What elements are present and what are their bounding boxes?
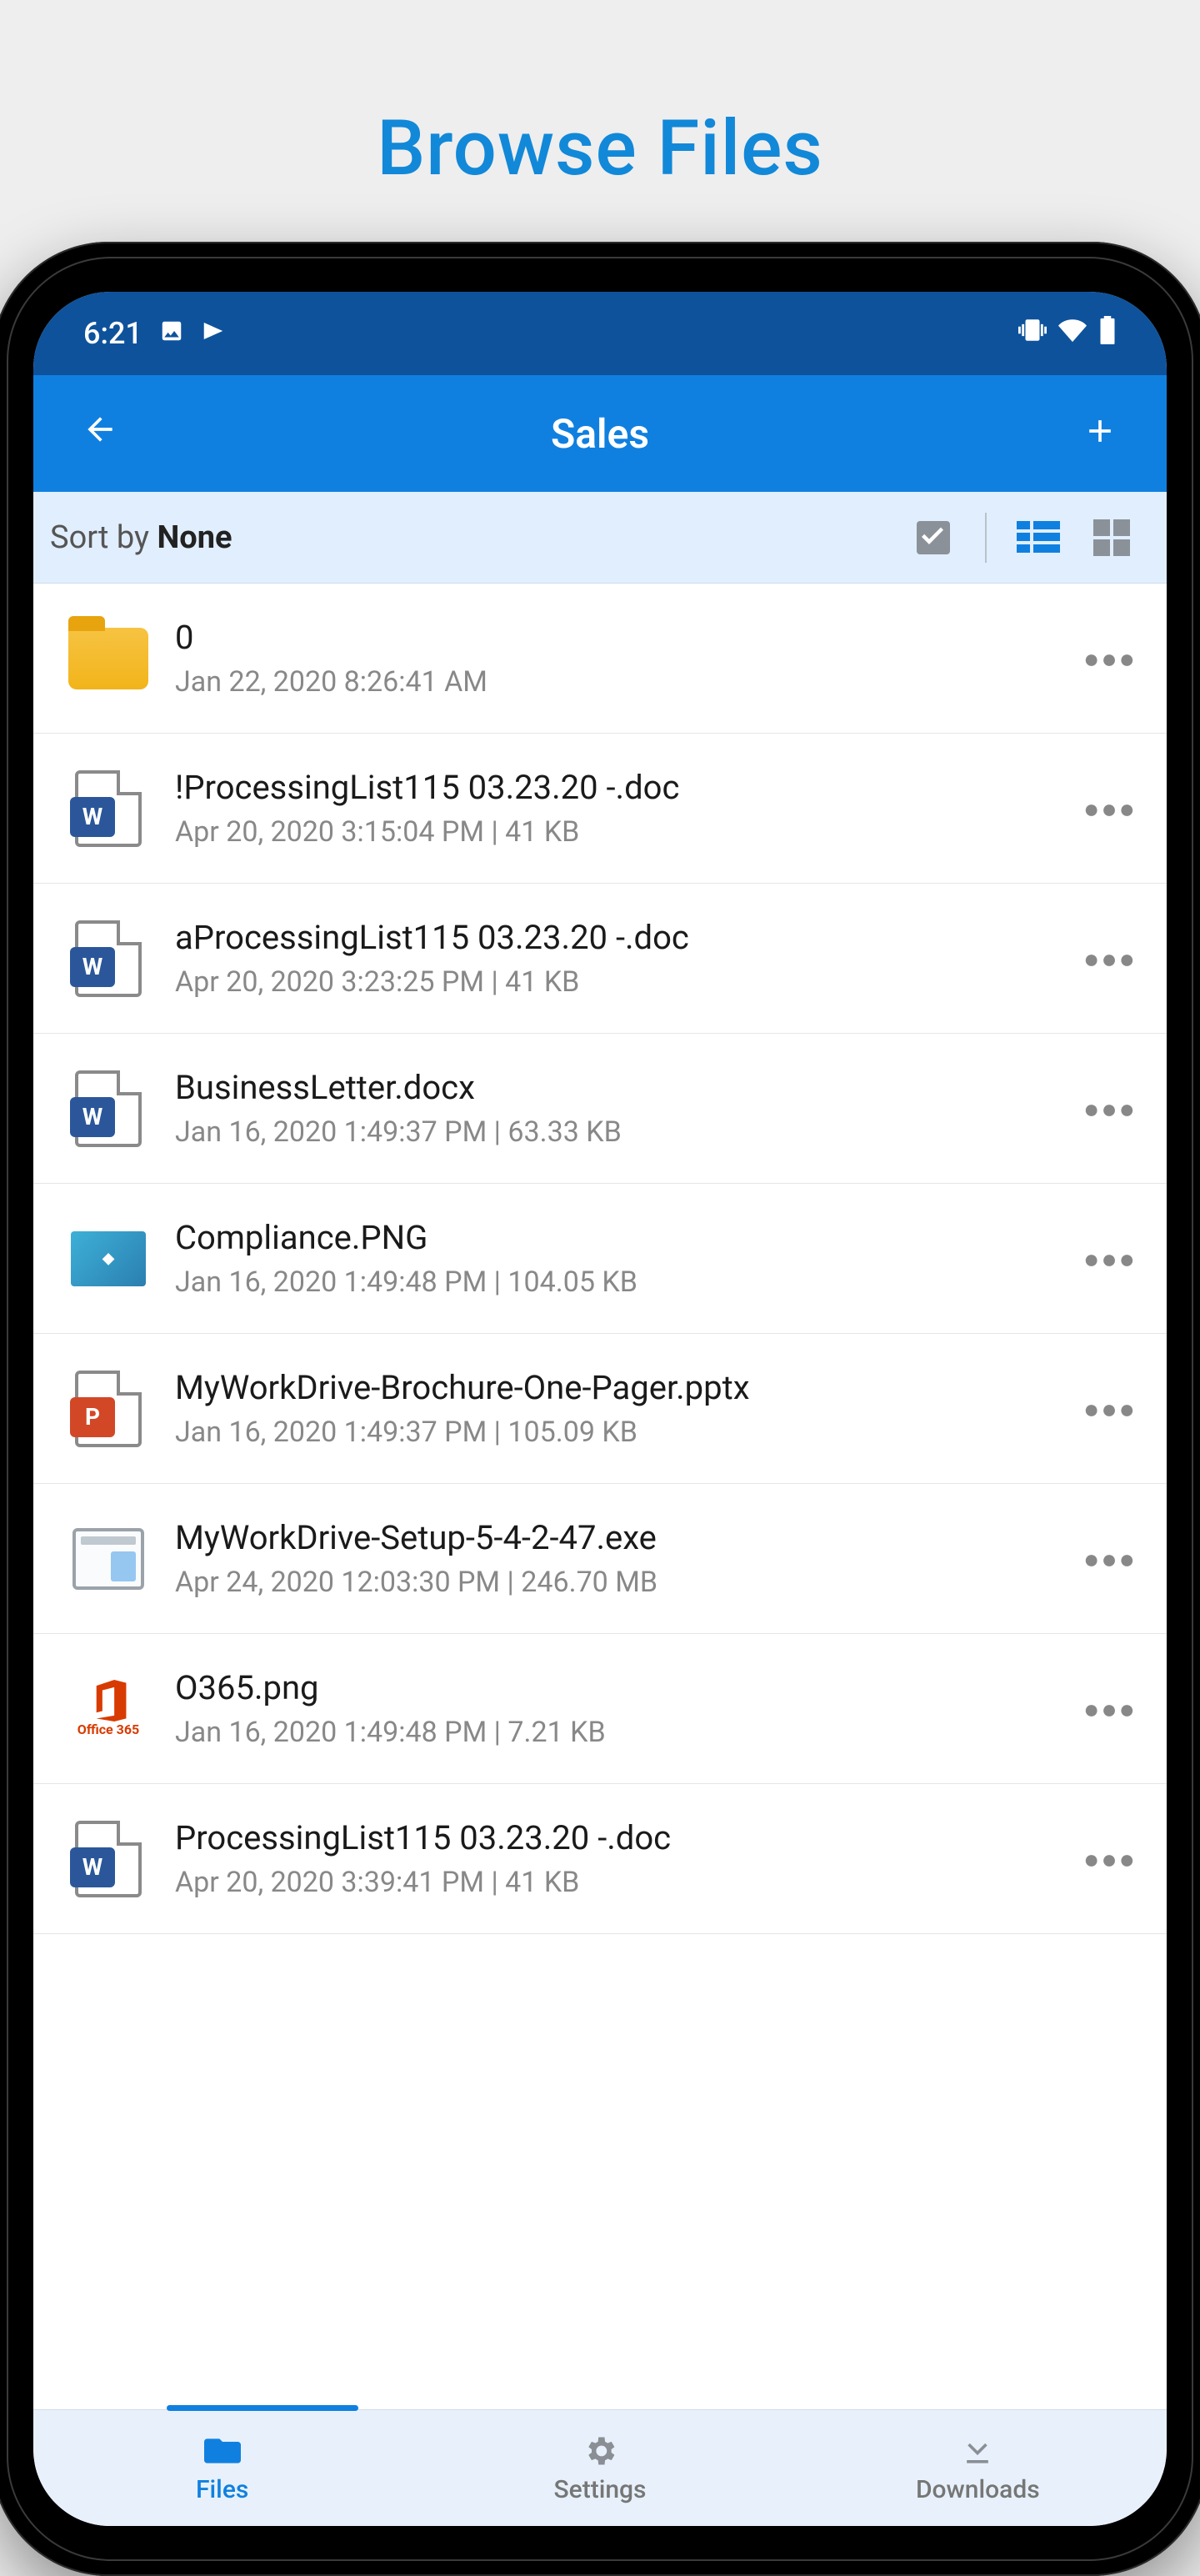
nav-label: Settings <box>553 2475 646 2504</box>
list-item[interactable]: W !ProcessingList115 03.23.20 -.doc Apr … <box>33 734 1167 884</box>
file-meta: Apr 24, 2020 12:03:30 PM | 246.70 MB <box>175 1566 1083 1599</box>
more-options-button[interactable]: ●●● <box>1083 1693 1133 1725</box>
nav-label: Files <box>196 2475 248 2504</box>
file-name: O365.png <box>175 1668 1083 1707</box>
file-name: ProcessingList115 03.23.20 -.doc <box>175 1818 1083 1857</box>
sort-by-button[interactable]: Sort by None <box>50 519 232 556</box>
list-item[interactable]: W BusinessLetter.docx Jan 16, 2020 1:49:… <box>33 1034 1167 1184</box>
list-item[interactable]: MyWorkDrive-Setup-5-4-2-47.exe Apr 24, 2… <box>33 1484 1167 1634</box>
more-options-button[interactable]: ●●● <box>1083 643 1133 674</box>
download-icon <box>958 2432 997 2470</box>
sort-value: None <box>157 519 232 556</box>
folder-icon <box>203 2432 242 2470</box>
file-name: 0 <box>175 618 1083 657</box>
gear-icon <box>581 2432 619 2470</box>
status-vibrate-icon <box>1018 316 1047 352</box>
file-meta: Jan 16, 2020 1:49:48 PM | 7.21 KB <box>175 1716 1083 1749</box>
bottom-nav: Files Settings Downloads <box>33 2409 1167 2526</box>
status-wifi-icon <box>1058 316 1087 352</box>
list-item[interactable]: W ProcessingList115 03.23.20 -.doc Apr 2… <box>33 1784 1167 1934</box>
list-item[interactable]: P MyWorkDrive-Brochure-One-Pager.pptx Ja… <box>33 1334 1167 1484</box>
add-button[interactable] <box>1075 406 1125 461</box>
list-item[interactable]: 0 Jan 22, 2020 8:26:41 AM ●●● <box>33 584 1167 734</box>
more-options-button[interactable]: ●●● <box>1083 1543 1133 1575</box>
file-meta: Jan 16, 2020 1:49:37 PM | 105.09 KB <box>175 1416 1083 1449</box>
app-screen: 6:21 <box>33 292 1167 2526</box>
status-play-icon <box>201 316 226 351</box>
status-battery-icon <box>1098 316 1117 352</box>
page-title: Sales <box>551 410 649 458</box>
nav-downloads[interactable]: Downloads <box>789 2410 1167 2526</box>
file-meta: Jan 16, 2020 1:49:37 PM | 63.33 KB <box>175 1115 1083 1149</box>
list-item[interactable]: ◆ Compliance.PNG Jan 16, 2020 1:49:48 PM… <box>33 1184 1167 1334</box>
toolbar-divider <box>985 513 987 563</box>
file-meta: Apr 20, 2020 3:15:04 PM | 41 KB <box>175 815 1083 849</box>
image-thumbnail-icon: ◆ <box>67 1217 150 1301</box>
file-name: Compliance.PNG <box>175 1218 1083 1257</box>
powerpoint-icon: P <box>67 1367 150 1451</box>
select-mode-toggle[interactable] <box>912 516 955 559</box>
status-time: 6:21 <box>83 316 142 351</box>
more-options-button[interactable]: ●●● <box>1083 1243 1133 1275</box>
word-doc-icon: W <box>67 917 150 1000</box>
exe-icon <box>67 1517 150 1601</box>
list-item[interactable]: Office 365 O365.png Jan 16, 2020 1:49:48… <box>33 1634 1167 1784</box>
file-name: aProcessingList115 03.23.20 -.doc <box>175 918 1083 957</box>
file-name: MyWorkDrive-Setup-5-4-2-47.exe <box>175 1518 1083 1557</box>
back-button[interactable] <box>75 410 125 458</box>
file-name: MyWorkDrive-Brochure-One-Pager.pptx <box>175 1368 1083 1407</box>
file-meta: Apr 20, 2020 3:39:41 PM | 41 KB <box>175 1866 1083 1899</box>
nav-files[interactable]: Files <box>33 2410 411 2526</box>
o365-tag: Office 365 <box>78 1722 139 1737</box>
word-doc-icon: W <box>67 1817 150 1901</box>
sort-by-label: Sort by <box>50 519 157 556</box>
view-grid-button[interactable] <box>1090 516 1133 559</box>
sort-toolbar: Sort by None <box>33 492 1167 584</box>
headline: Browse Files <box>0 0 1200 193</box>
file-meta: Jan 22, 2020 8:26:41 AM <box>175 665 1083 699</box>
nav-settings[interactable]: Settings <box>411 2410 788 2526</box>
file-name: !ProcessingList115 03.23.20 -.doc <box>175 768 1083 807</box>
more-options-button[interactable]: ●●● <box>1083 943 1133 975</box>
image-thumbnail-icon: Office 365 <box>67 1667 150 1751</box>
file-meta: Jan 16, 2020 1:49:48 PM | 104.05 KB <box>175 1265 1083 1299</box>
more-options-button[interactable]: ●●● <box>1083 1393 1133 1425</box>
view-list-button[interactable] <box>1017 516 1060 559</box>
more-options-button[interactable]: ●●● <box>1083 1093 1133 1125</box>
file-meta: Apr 20, 2020 3:23:25 PM | 41 KB <box>175 965 1083 999</box>
word-doc-icon: W <box>67 767 150 850</box>
status-bar: 6:21 <box>33 292 1167 375</box>
word-doc-icon: W <box>67 1067 150 1150</box>
more-options-button[interactable]: ●●● <box>1083 1843 1133 1875</box>
list-item[interactable]: W aProcessingList115 03.23.20 -.doc Apr … <box>33 884 1167 1034</box>
active-tab-indicator <box>167 2405 358 2411</box>
phone-frame: 6:21 <box>0 242 1200 2576</box>
status-photo-icon <box>159 316 184 351</box>
folder-icon <box>67 617 150 700</box>
file-list: 0 Jan 22, 2020 8:26:41 AM ●●● W !Process… <box>33 584 1167 1934</box>
file-name: BusinessLetter.docx <box>175 1068 1083 1107</box>
nav-label: Downloads <box>916 2475 1040 2504</box>
more-options-button[interactable]: ●●● <box>1083 793 1133 824</box>
app-header: Sales <box>33 375 1167 492</box>
